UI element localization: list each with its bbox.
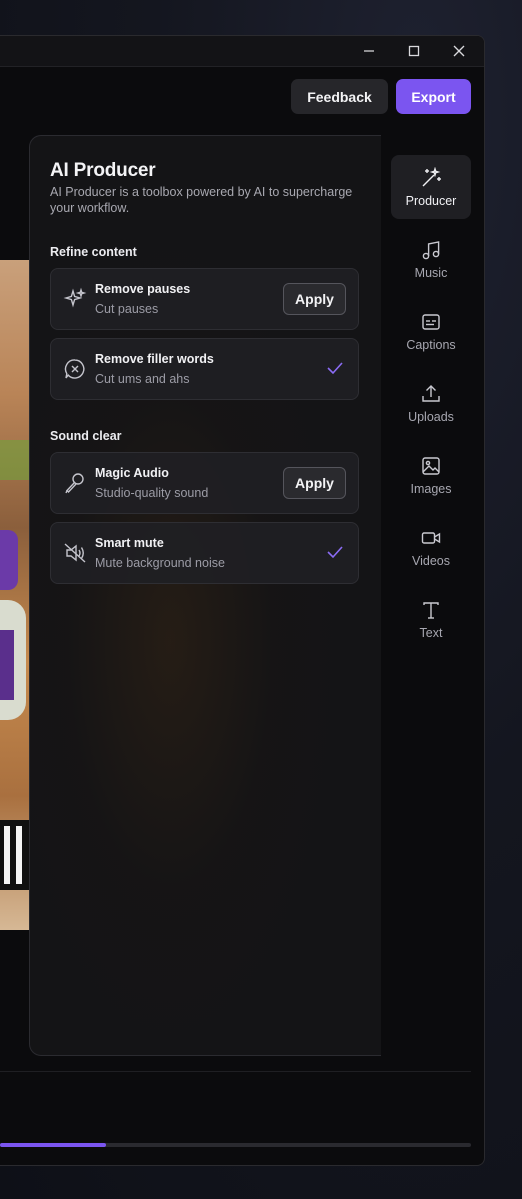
- minimize-icon: [364, 50, 374, 52]
- timeline-progress[interactable]: [0, 1143, 471, 1147]
- tool-subtitle: Cut ums and ahs: [95, 372, 190, 386]
- check-icon: [326, 360, 344, 376]
- speaker-mute-icon: [63, 541, 87, 565]
- sidebar-item-uploads[interactable]: Uploads: [391, 371, 471, 435]
- sidebar-item-label: Uploads: [408, 409, 454, 424]
- tool-card-remove-pauses[interactable]: Remove pauses Cut pauses Apply: [50, 268, 359, 330]
- sidebar-item-label: Videos: [412, 553, 450, 568]
- sidebar-item-music[interactable]: Music: [391, 227, 471, 291]
- sidebar-item-label: Captions: [406, 337, 456, 352]
- text-icon: [420, 599, 442, 621]
- section-label-sound-clear: Sound clear: [50, 429, 122, 443]
- captions-icon: [420, 311, 442, 333]
- title-bar: [0, 36, 484, 67]
- tool-subtitle: Cut pauses: [95, 302, 159, 316]
- section-label-refine-content: Refine content: [50, 245, 137, 259]
- apply-button[interactable]: Apply: [283, 467, 346, 499]
- sidebar-item-label: Producer: [405, 193, 457, 208]
- panel-description: AI Producer is a toolbox powered by AI t…: [50, 185, 353, 215]
- tool-card-smart-mute[interactable]: Smart mute Mute background noise: [50, 522, 359, 584]
- sparkle-icon: [63, 287, 87, 311]
- export-button[interactable]: Export: [396, 79, 471, 114]
- close-icon: [453, 45, 465, 57]
- tool-title: Smart mute: [95, 536, 164, 550]
- panel-title: AI Producer: [50, 160, 156, 181]
- video-preview[interactable]: [0, 260, 30, 930]
- tool-subtitle: Studio-quality sound: [95, 486, 209, 500]
- video-camera-icon: [420, 527, 442, 549]
- sidebar-item-videos[interactable]: Videos: [391, 515, 471, 579]
- sidebar-item-label: Images: [410, 481, 452, 496]
- close-button[interactable]: [436, 36, 482, 66]
- magic-wand-icon: [420, 166, 442, 189]
- ai-producer-panel: AI Producer AI Producer is a toolbox pow…: [29, 135, 381, 1056]
- upload-icon: [420, 383, 442, 405]
- timeline-divider: [0, 1071, 471, 1072]
- tool-card-magic-audio[interactable]: Magic Audio Studio-quality sound Apply: [50, 452, 359, 514]
- speech-x-icon: [63, 357, 87, 381]
- minimize-button[interactable]: [346, 36, 392, 66]
- tool-subtitle: Mute background noise: [95, 556, 225, 570]
- tool-title: Remove filler words: [95, 352, 214, 366]
- sidebar-item-label: Music: [414, 265, 448, 280]
- sidebar-item-captions[interactable]: Captions: [391, 299, 471, 363]
- app-window: Feedback Export AI Producer AI Producer …: [0, 35, 485, 1166]
- timeline-progress-fill: [0, 1143, 106, 1147]
- sidebar-item-text[interactable]: Text: [391, 587, 471, 651]
- sidebar-item-producer[interactable]: Producer: [391, 155, 471, 219]
- apply-button[interactable]: Apply: [283, 283, 346, 315]
- maximize-icon: [408, 45, 420, 57]
- sidebar-item-images[interactable]: Images: [391, 443, 471, 507]
- check-icon: [326, 544, 344, 560]
- music-note-icon: [420, 239, 442, 261]
- sidebar-item-label: Text: [419, 625, 443, 640]
- tool-title: Remove pauses: [95, 282, 191, 296]
- tool-title: Magic Audio: [95, 466, 169, 480]
- image-icon: [420, 455, 442, 477]
- microphone-icon: [63, 471, 87, 495]
- tool-card-remove-filler-words[interactable]: Remove filler words Cut ums and ahs: [50, 338, 359, 400]
- feedback-button[interactable]: Feedback: [291, 79, 388, 114]
- maximize-button[interactable]: [391, 36, 437, 66]
